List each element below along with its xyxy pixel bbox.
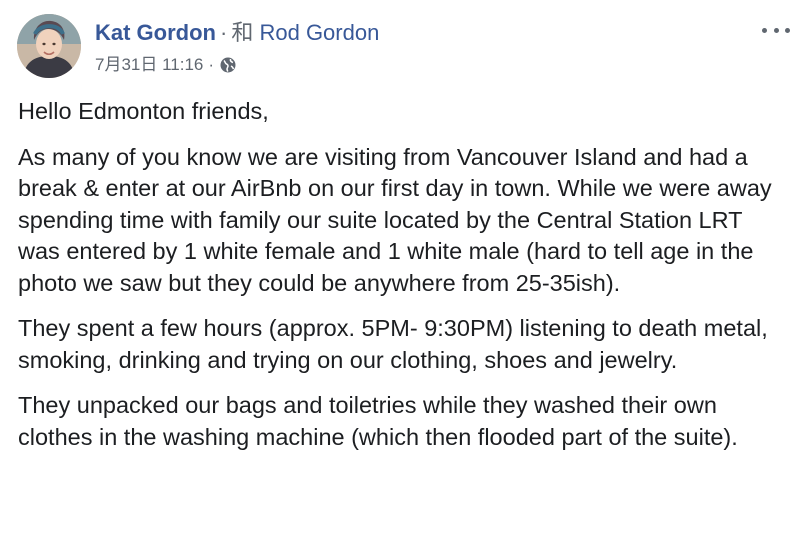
with-label: 和 [231,20,254,45]
post-header: Kat Gordon · 和 Rod Gordon [95,19,379,47]
post-paragraph: They unpacked our bags and toiletries wh… [18,392,738,450]
tagged-person-link[interactable]: Rod Gordon [259,20,379,45]
post-paragraph: They spent a few hours (approx. 5PM- 9:3… [18,315,768,373]
more-dot [773,27,779,33]
globe-icon[interactable] [219,56,237,74]
author-avatar[interactable] [17,14,81,78]
post-paragraph: As many of you know we are visiting from… [18,143,772,296]
more-options-icon[interactable] [762,22,790,38]
more-dot [762,27,767,33]
facebook-post: Kat Gordon · 和 Rod Gordon 7月31日 11:16 · He… [0,0,800,554]
more-dot [785,27,790,33]
avatar-photo [17,14,81,78]
author-name-link[interactable]: Kat Gordon [95,20,216,45]
post-timestamp-link[interactable]: 7月31日 11:16 [95,53,203,77]
post-body: Hello Edmonton friends, As many of you k… [18,96,788,467]
post-paragraph: Hello Edmonton friends, [18,98,269,124]
meta-separator: · [208,55,215,74]
header-separator: · [220,20,228,45]
post-meta: 7月31日 11:16 · [95,53,237,77]
